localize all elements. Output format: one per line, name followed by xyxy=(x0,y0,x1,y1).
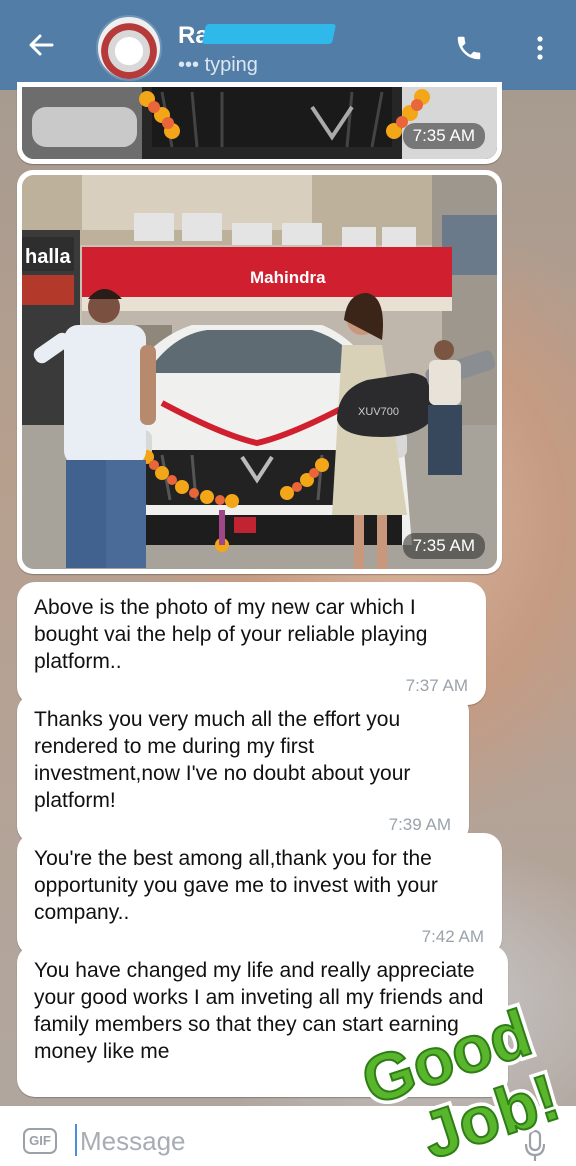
more-vert-icon[interactable] xyxy=(534,34,546,62)
car-front-photo: 7:35 AM xyxy=(22,87,497,159)
message-text: You're the best among all,thank you for … xyxy=(34,847,438,924)
photo-message[interactable]: 7:35 AM xyxy=(17,82,502,164)
mahindra-sign: Mahindra xyxy=(250,268,326,287)
message-text: Thanks you very much all the effort you … xyxy=(34,708,411,812)
photo-timestamp: 7:35 AM xyxy=(402,123,485,149)
chat-header: Ra ••• typing xyxy=(0,0,576,90)
message-input[interactable] xyxy=(80,1124,340,1158)
photo-message[interactable]: halla Mahindra XUV700 7:35 AM xyxy=(17,170,502,574)
svg-text:halla: halla xyxy=(25,246,71,268)
incoming-message[interactable]: Thanks you very much all the effort you … xyxy=(17,694,469,844)
gif-button[interactable]: GIF xyxy=(23,1128,57,1154)
text-cursor xyxy=(75,1124,77,1156)
photo-timestamp: 7:35 AM xyxy=(402,533,485,559)
incoming-message[interactable]: You're the best among all,thank you for … xyxy=(17,833,502,956)
incoming-message[interactable]: Above is the photo of my new car which I… xyxy=(17,582,486,705)
typing-status: ••• typing xyxy=(178,54,258,76)
message-text: Above is the photo of my new car which I… xyxy=(34,596,428,673)
redaction-scribble xyxy=(201,24,337,44)
contact-avatar[interactable] xyxy=(96,15,162,81)
svg-text:XUV700: XUV700 xyxy=(358,406,399,418)
back-arrow-icon[interactable] xyxy=(26,30,56,60)
car-delivery-photo: halla Mahindra XUV700 7:35 AM xyxy=(22,175,497,569)
good-job-sticker[interactable]: Good Good Job! Job! xyxy=(356,995,562,1165)
phone-icon[interactable] xyxy=(454,33,484,63)
